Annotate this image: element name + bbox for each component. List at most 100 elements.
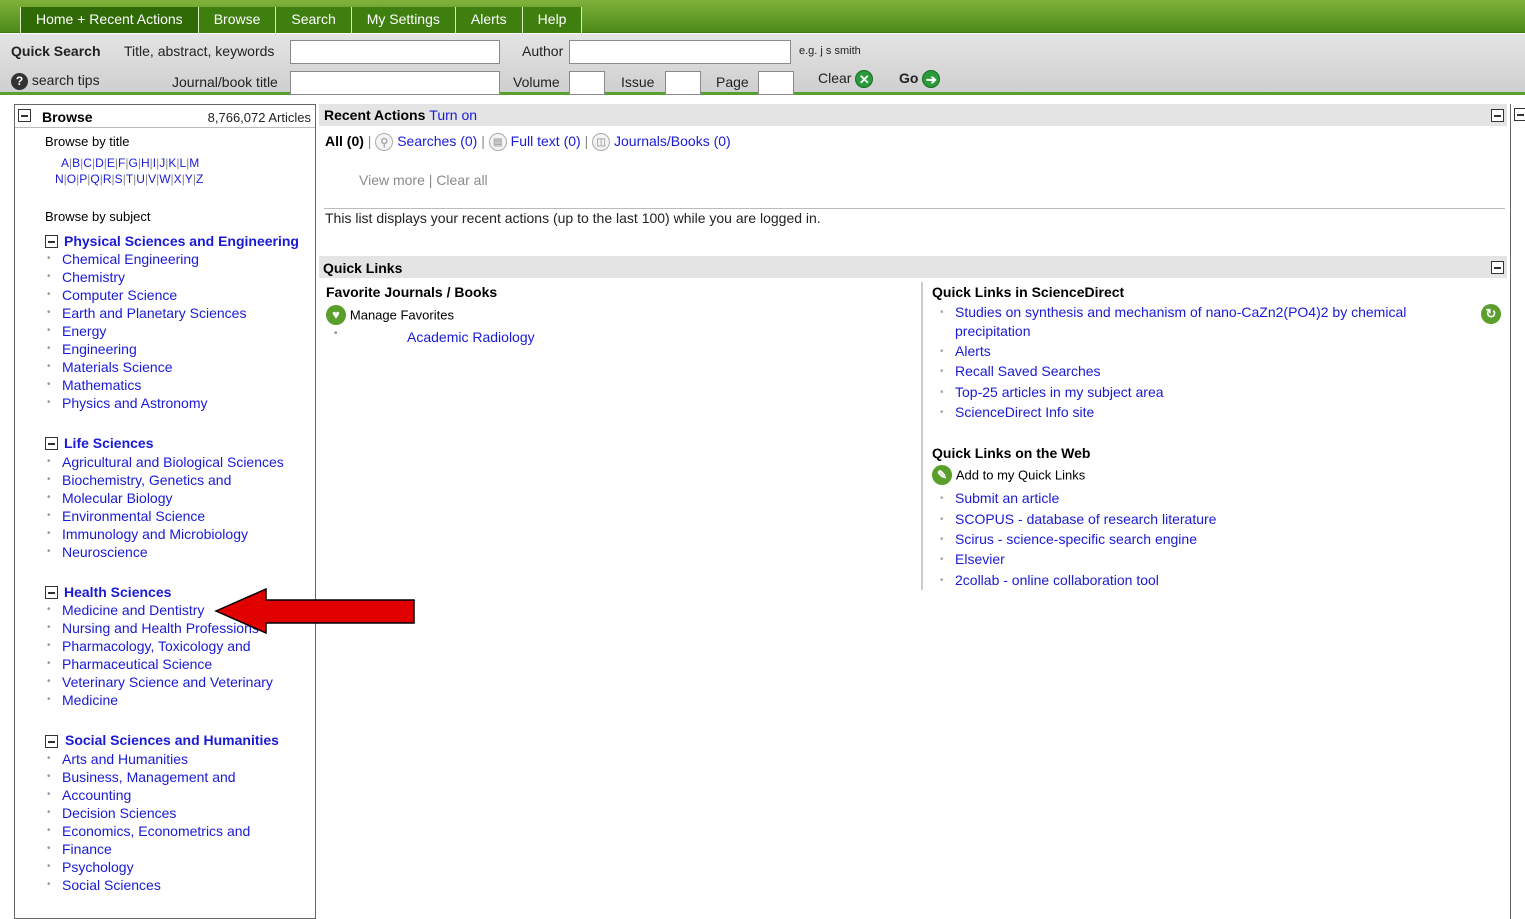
collapse-browse-icon[interactable] [18,109,31,122]
turn-on-link[interactable]: Turn on [429,107,477,123]
letter-e[interactable]: E [107,156,115,170]
subject-computer-science[interactable]: Computer Science [47,286,177,304]
title-abstract-input[interactable] [290,40,500,64]
go-button[interactable]: Go ➔ [899,70,941,89]
letter-r[interactable]: R [103,172,112,186]
subject-business-cont[interactable]: Accounting [47,786,131,804]
journal-title-input[interactable] [290,71,500,95]
filter-searches[interactable]: Searches (0) [397,133,477,149]
clear-button[interactable]: Clear ✕ [818,70,874,89]
letter-x[interactable]: X [174,172,182,186]
subject-energy[interactable]: Energy [47,322,106,340]
subject-economics[interactable]: Economics, Econometrics and [47,822,250,840]
page-input[interactable] [758,71,794,95]
web-link-scopus[interactable]: SCOPUS - database of research literature [940,510,1216,529]
section-life-sciences[interactable]: Life Sciences [64,435,154,451]
subject-veterinary[interactable]: Veterinary Science and Veterinary [47,673,273,691]
subject-environmental-science[interactable]: Environmental Science [47,507,205,525]
subject-psychology[interactable]: Psychology [47,858,134,876]
subject-veterinary-cont[interactable]: Medicine [47,691,118,709]
subject-chemistry[interactable]: Chemistry [47,268,125,286]
search-tips-link[interactable]: ? search tips [11,72,100,90]
subject-materials-science[interactable]: Materials Science [47,358,172,376]
subject-business[interactable]: Business, Management and [47,768,236,786]
subject-engineering[interactable]: Engineering [47,340,137,358]
letter-c[interactable]: C [83,156,92,170]
subject-neuroscience[interactable]: Neuroscience [47,543,148,561]
section-health-sciences[interactable]: Health Sciences [64,584,171,600]
author-input[interactable] [569,40,791,64]
subject-biochemistry-cont[interactable]: Molecular Biology [47,489,172,507]
add-quick-link-button[interactable]: ✎ Add to my Quick Links [932,465,1085,485]
subject-arts-humanities[interactable]: Arts and Humanities [47,750,188,768]
filter-full-text[interactable]: Full text (0) [511,133,581,149]
sd-link-alerts[interactable]: Alerts [940,342,991,361]
letter-z[interactable]: Z [196,172,203,186]
collapse-recent-icon[interactable] [1491,109,1504,122]
sd-link-top25[interactable]: Top-25 articles in my subject area [940,383,1164,402]
tab-browse[interactable]: Browse [197,7,276,33]
web-link-submit-article[interactable]: Submit an article [940,489,1059,508]
web-link-elsevier[interactable]: Elsevier [940,550,1005,569]
letter-q[interactable]: Q [90,172,99,186]
letter-d[interactable]: D [95,156,104,170]
view-more-link[interactable]: View more [359,172,425,188]
issue-input[interactable] [665,71,701,95]
letter-o[interactable]: O [67,172,76,186]
subject-earth-planetary[interactable]: Earth and Planetary Sciences [47,304,246,322]
tab-home-recent-actions[interactable]: Home + Recent Actions [20,7,198,33]
letter-u[interactable]: U [136,172,145,186]
quick-search-bar: Quick Search Title, abstract, keywords A… [0,34,1525,95]
tab-my-settings[interactable]: My Settings [350,7,455,33]
collapse-section-icon[interactable] [45,586,58,599]
clear-all-link[interactable]: Clear all [436,172,487,188]
letter-m[interactable]: M [189,156,199,170]
web-link-scirus[interactable]: Scirus - science-specific search engine [940,530,1197,549]
subject-biochemistry[interactable]: Biochemistry, Genetics and [47,471,231,489]
filter-journals-books[interactable]: Journals/Books (0) [614,133,731,149]
subject-chemical-engineering[interactable]: Chemical Engineering [47,250,199,268]
subject-mathematics[interactable]: Mathematics [47,376,141,394]
manage-favorites-button[interactable]: ♥ Manage Favorites [326,305,454,325]
subject-immunology[interactable]: Immunology and Microbiology [47,525,248,543]
letter-s[interactable]: S [115,172,123,186]
tab-search[interactable]: Search [275,7,351,33]
letter-y[interactable]: Y [185,172,193,186]
search-tips-text: search tips [31,72,100,88]
collapse-section-icon[interactable] [45,437,58,450]
collapse-right-icon[interactable] [1514,108,1525,121]
letter-v[interactable]: V [148,172,156,186]
fav-academic-radiology[interactable]: Academic Radiology [407,329,535,345]
subject-medicine-dentistry[interactable]: Medicine and Dentistry [47,601,204,619]
collapse-quick-links-icon[interactable] [1491,261,1504,274]
section-social-sciences[interactable]: Social Sciences and Humanities [65,732,279,748]
tab-help[interactable]: Help [521,7,583,33]
subject-economics-cont[interactable]: Finance [47,840,112,858]
letter-w[interactable]: W [159,172,170,186]
letter-h[interactable]: H [141,156,150,170]
web-link-2collab[interactable]: 2collab - online collaboration tool [940,571,1159,590]
sd-link-article[interactable]: Studies on synthesis and mechanism of na… [940,303,1406,341]
tab-alerts[interactable]: Alerts [454,7,522,33]
subject-pharmacology[interactable]: Pharmacology, Toxicology and [47,637,251,655]
subject-social-sciences[interactable]: Social Sciences [47,876,161,894]
letter-g[interactable]: G [128,156,137,170]
sd-link-recall-searches[interactable]: Recall Saved Searches [940,362,1100,381]
letter-n[interactable]: N [55,172,64,186]
section-physical-sciences[interactable]: Physical Sciences and Engineering [64,233,299,249]
subject-agricultural-biological[interactable]: Agricultural and Biological Sciences [47,453,284,471]
subject-pharmacology-cont[interactable]: Pharmaceutical Science [47,655,212,673]
top-navigation: Home + Recent Actions Browse Search My S… [0,0,1525,33]
letter-b[interactable]: B [72,156,80,170]
volume-input[interactable] [569,71,605,95]
collapse-section-icon[interactable] [45,235,58,248]
clear-x-icon: ✕ [855,70,874,89]
sd-link-info-site[interactable]: ScienceDirect Info site [940,403,1094,422]
refresh-icon[interactable]: ↻ [1481,304,1501,324]
filter-all[interactable]: All (0) [325,133,364,149]
browse-by-title-label: Browse by title [45,134,130,149]
collapse-section-icon[interactable] [45,735,58,748]
subject-physics-astronomy[interactable]: Physics and Astronomy [47,394,207,412]
letter-a[interactable]: A [61,156,69,170]
subject-decision-sciences[interactable]: Decision Sciences [47,804,176,822]
